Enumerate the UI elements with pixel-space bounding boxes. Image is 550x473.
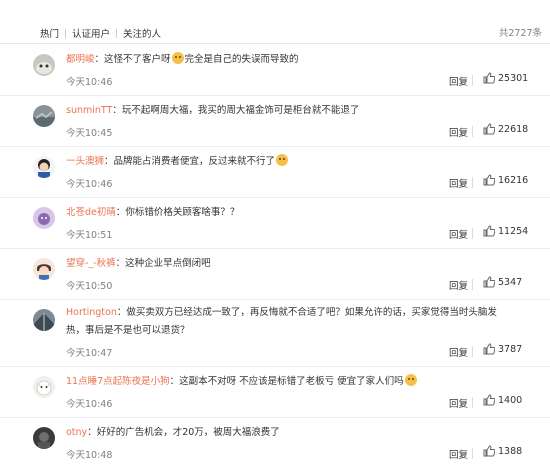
comment-time: 今天10:47 bbox=[66, 348, 113, 359]
laughing-emoji-icon bbox=[276, 154, 289, 166]
action-divider bbox=[472, 397, 473, 408]
comment-tab-bar: 热门 认证用户 关注的人 共2727条 bbox=[0, 0, 550, 44]
comment-item: 北苍de初晴：你标错价格关顾客啥事？？ 今天10:51 回复 11254 bbox=[0, 198, 550, 249]
thumbs-up-icon bbox=[483, 72, 495, 84]
action-divider bbox=[472, 177, 473, 188]
comment-time: 今天10:45 bbox=[66, 128, 113, 139]
thumbs-up-icon bbox=[483, 123, 495, 135]
comment-content: Hortington：做买卖双方已经达成一致了，再反悔就不合适了吧？如果允许的话… bbox=[66, 304, 506, 340]
comment-time: 今天10:51 bbox=[66, 230, 113, 241]
comment-tabs: 热门 认证用户 关注的人 bbox=[40, 26, 167, 40]
comment-time: 今天10:46 bbox=[66, 179, 113, 190]
comment-text: ：玩不起啊周大福，我买的周大福金饰可是柜台就不能退了 bbox=[112, 105, 360, 116]
comment-username[interactable]: Hortington bbox=[66, 307, 117, 318]
comment-text: ：好好的广告机会，才20万，被周大福浪费了 bbox=[87, 427, 280, 438]
thumbs-up-icon bbox=[483, 225, 495, 237]
comment-username[interactable]: sunminTT bbox=[66, 105, 112, 116]
action-divider bbox=[472, 228, 473, 239]
comment-text: ：品牌能占消费者便宜，反过来就不行了 bbox=[104, 156, 276, 167]
comment-item: 一头澳狮：品牌能占消费者便宜，反过来就不行了 今天10:46 回复 16216 bbox=[0, 147, 550, 198]
reply-button[interactable]: 回复 bbox=[449, 447, 468, 461]
like-count: 3787 bbox=[498, 343, 523, 355]
comment-username[interactable]: 11点睡7点起陈夜是小狗 bbox=[66, 376, 170, 387]
thumbs-up-icon bbox=[483, 276, 495, 288]
comment-item: sunminTT：玩不起啊周大福，我买的周大福金饰可是柜台就不能退了 今天10:… bbox=[0, 96, 550, 147]
like-count: 22618 bbox=[498, 123, 529, 135]
like-button[interactable]: 25301 bbox=[483, 72, 528, 84]
comment-content: 一头澳狮：品牌能占消费者便宜，反过来就不行了 bbox=[66, 154, 542, 169]
like-count: 25301 bbox=[498, 72, 529, 84]
thumbs-up-icon bbox=[483, 445, 495, 457]
reply-button[interactable]: 回复 bbox=[449, 278, 468, 292]
action-divider bbox=[472, 448, 473, 459]
tab-verified-users[interactable]: 认证用户 bbox=[66, 26, 116, 40]
like-count: 16216 bbox=[498, 174, 529, 186]
like-count: 11254 bbox=[498, 225, 529, 237]
comment-item: 11点睡7点起陈夜是小狗：这副本不对呀 不应该是标错了老板亏 便宜了家人们吗 今… bbox=[0, 367, 550, 418]
action-divider bbox=[472, 126, 473, 137]
like-button[interactable]: 16216 bbox=[483, 174, 528, 186]
comment-username[interactable]: 望穿-_-秋裤 bbox=[66, 258, 116, 269]
comment-time: 今天10:46 bbox=[66, 399, 113, 410]
like-count: 1388 bbox=[498, 445, 523, 457]
avatar[interactable] bbox=[33, 207, 55, 229]
avatar[interactable] bbox=[33, 376, 55, 398]
comment-total-count: 共2727条 bbox=[498, 28, 542, 39]
comment-content: sunminTT：玩不起啊周大福，我买的周大福金饰可是柜台就不能退了 bbox=[66, 103, 542, 118]
comment-text: 完全是自己的失误而导致的 bbox=[184, 54, 299, 65]
comment-username[interactable]: otny bbox=[66, 427, 87, 438]
comment-username[interactable]: 一头澳狮 bbox=[66, 156, 104, 167]
comment-text: ：这种企业早点倒闭吧 bbox=[115, 258, 211, 269]
comment-content: 11点睡7点起陈夜是小狗：这副本不对呀 不应该是标错了老板亏 便宜了家人们吗 bbox=[66, 374, 542, 389]
comment-text: ：这怪不了客户呀 bbox=[94, 54, 171, 65]
comment-content: 望穿-_-秋裤：这种企业早点倒闭吧 bbox=[66, 256, 542, 271]
like-button[interactable]: 3787 bbox=[483, 343, 522, 355]
reply-button[interactable]: 回复 bbox=[449, 125, 468, 139]
comment-time: 今天10:46 bbox=[66, 77, 113, 88]
avatar[interactable] bbox=[33, 54, 55, 76]
thumbs-up-icon bbox=[483, 174, 495, 186]
reply-button[interactable]: 回复 bbox=[449, 176, 468, 190]
like-button[interactable]: 22618 bbox=[483, 123, 528, 135]
happy-emoji-icon bbox=[404, 374, 417, 386]
comment-content: otny：好好的广告机会，才20万，被周大福浪费了 bbox=[66, 425, 542, 440]
comment-content: 北苍de初晴：你标错价格关顾客啥事？？ bbox=[66, 205, 542, 220]
comment-time: 今天10:48 bbox=[66, 450, 113, 461]
comment-item: 都明峻：这怪不了客户呀 完全是自己的失误而导致的 今天10:46 回复 25301 bbox=[0, 45, 550, 96]
like-count: 1400 bbox=[498, 394, 523, 406]
like-button[interactable]: 1400 bbox=[483, 394, 522, 406]
comment-text: ：做买卖双方已经达成一致了，再反悔就不合适了吧？如果允许的话，买家觉得当时头脑发… bbox=[66, 307, 497, 336]
comment-text: ：这副本不对呀 不应该是标错了老板亏 便宜了家人们吗 bbox=[169, 376, 404, 387]
laughing-tears-emoji-icon bbox=[171, 52, 184, 64]
comment-username[interactable]: 北苍de初晴 bbox=[66, 207, 116, 218]
action-divider bbox=[472, 75, 473, 86]
comment-content: 都明峻：这怪不了客户呀 完全是自己的失误而导致的 bbox=[66, 52, 542, 67]
avatar[interactable] bbox=[33, 309, 55, 331]
thumbs-up-icon bbox=[483, 394, 495, 406]
action-divider bbox=[472, 346, 473, 357]
like-button[interactable]: 5347 bbox=[483, 276, 522, 288]
reply-button[interactable]: 回复 bbox=[449, 345, 468, 359]
reply-button[interactable]: 回复 bbox=[449, 227, 468, 241]
comment-item: Hortington：做买卖双方已经达成一致了，再反悔就不合适了吧？如果允许的话… bbox=[0, 300, 550, 367]
avatar[interactable] bbox=[33, 105, 55, 127]
comment-username[interactable]: 都明峻 bbox=[66, 54, 95, 65]
reply-button[interactable]: 回复 bbox=[449, 396, 468, 410]
comment-text: ：你标错价格关顾客啥事？？ bbox=[115, 207, 240, 218]
avatar[interactable] bbox=[33, 427, 55, 449]
tab-following[interactable]: 关注的人 bbox=[117, 26, 167, 40]
comment-item: otny：好好的广告机会，才20万，被周大福浪费了 今天10:48 回复 138… bbox=[0, 418, 550, 473]
comment-time: 今天10:50 bbox=[66, 281, 113, 292]
action-divider bbox=[472, 279, 473, 290]
like-button[interactable]: 11254 bbox=[483, 225, 528, 237]
avatar[interactable] bbox=[33, 156, 55, 178]
like-button[interactable]: 1388 bbox=[483, 445, 522, 457]
thumbs-up-icon bbox=[483, 343, 495, 355]
avatar[interactable] bbox=[33, 258, 55, 280]
comment-item: 望穿-_-秋裤：这种企业早点倒闭吧 今天10:50 回复 5347 bbox=[0, 249, 550, 300]
tab-hot[interactable]: 热门 bbox=[40, 26, 65, 40]
like-count: 5347 bbox=[498, 276, 523, 288]
reply-button[interactable]: 回复 bbox=[449, 74, 468, 88]
